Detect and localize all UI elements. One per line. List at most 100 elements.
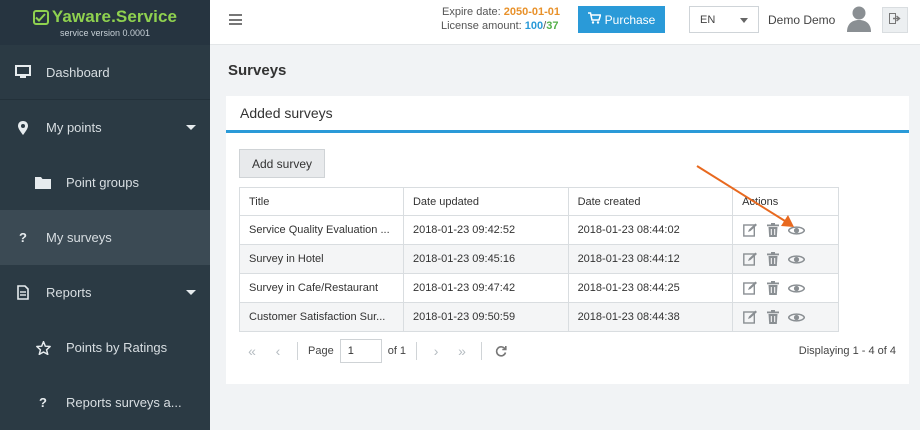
cell-date-created: 2018-01-23 08:44:12 [567,244,734,274]
sidebar-item-label: Point groups [66,175,139,190]
edit-icon[interactable] [743,223,758,237]
monitor-icon [14,63,32,81]
brand-name: Yaware.Service [51,7,178,26]
brand-version: service version 0.0001 [59,28,151,38]
sidebar-item-label: Reports surveys a... [66,395,182,410]
column-header-date-created[interactable]: Date created [567,187,734,216]
column-header-title[interactable]: Title [239,187,404,216]
cell-actions [732,302,839,332]
folder-icon [34,174,52,192]
expire-value: 2050-01-01 [503,6,561,18]
edit-icon[interactable] [743,310,758,324]
sidebar-item-label: My points [46,120,102,135]
pager-display-text: Displaying 1 - 4 of 4 [798,345,896,357]
language-select[interactable]: EN [689,6,759,33]
table-row[interactable]: Customer Satisfaction Sur... 2018-01-23 0… [239,302,839,332]
trash-icon[interactable] [767,310,780,324]
sidebar-item-reports[interactable]: Reports [0,265,210,320]
sidebar-item-label: Points by Ratings [66,340,168,355]
license-label: License amount: [441,20,522,32]
cell-date-updated: 2018-01-23 09:47:42 [402,273,569,303]
cell-date-updated: 2018-01-23 09:50:59 [402,302,569,332]
avatar-icon[interactable] [845,4,873,32]
page-title: Surveys [228,62,287,79]
cell-date-created: 2018-01-23 08:44:25 [567,273,734,303]
eye-icon[interactable] [788,225,806,236]
logout-button[interactable] [882,7,908,33]
check-logo-icon [32,9,49,25]
trash-icon[interactable] [767,223,780,237]
language-value: EN [700,13,716,26]
table-row[interactable]: Service Quality Evaluation ... 2018-01-23… [239,215,839,245]
sidebar-item-reports-surveys[interactable]: ? Reports surveys a... [0,375,210,430]
pagination-bar: « ‹ Page of 1 › » Displaying 1 - 4 of 4 [239,334,896,368]
cell-date-updated: 2018-01-23 09:45:16 [402,244,569,274]
pager-divider [297,342,298,360]
sidebar-item-label: My surveys [46,230,112,245]
file-icon [14,284,32,302]
sidebar-item-label: Reports [46,285,92,300]
sidebar-item-point-groups[interactable]: Point groups [0,155,210,210]
license-used: 100 [524,20,544,32]
cell-actions [732,215,839,245]
pager-divider [416,342,418,360]
trash-icon[interactable] [767,281,780,295]
sidebar-item-dashboard[interactable]: Dashboard [0,45,210,100]
cart-icon [587,12,602,27]
page-number-input[interactable] [339,339,382,363]
eye-icon[interactable] [788,312,806,323]
cell-title: Service Quality Evaluation ... [239,215,404,245]
cell-actions [732,273,839,303]
sidebar-item-points-by-ratings[interactable]: Points by Ratings [0,320,210,375]
edit-icon[interactable] [743,252,758,266]
purchase-button[interactable]: Purchase [578,6,665,33]
question-icon: ? [39,395,47,410]
eye-icon[interactable] [788,254,806,265]
trash-icon[interactable] [767,252,780,266]
license-info: Expire date: 2050-01-01 License amount: … [441,5,560,33]
eye-icon[interactable] [788,283,806,294]
surveys-table: Title Date updated Date created Actions … [239,187,839,332]
add-survey-button[interactable]: Add survey [239,149,325,178]
table-row[interactable]: Survey in Hotel 2018-01-23 09:45:16 2018-0… [239,244,839,274]
last-page-icon[interactable]: » [449,339,475,363]
surveys-panel: Added surveys Add survey Title Date upda… [226,96,909,384]
sidebar-item-my-surveys[interactable]: ? My surveys [0,210,210,265]
sidebar: Yaware.Service service version 0.0001 Da… [0,0,210,430]
sidebar-item-label: Dashboard [46,64,110,80]
brand[interactable]: Yaware.Service service version 0.0001 [0,0,210,45]
expire-label: Expire date: [442,6,501,18]
sidebar-item-my-points[interactable]: My points [0,100,210,155]
star-icon [34,339,52,357]
refresh-icon[interactable] [488,339,514,363]
question-icon: ? [19,230,27,245]
cell-date-updated: 2018-01-23 09:42:52 [402,215,569,245]
menu-toggle-icon[interactable] [229,14,242,25]
purchase-label: Purchase [604,12,656,27]
edit-icon[interactable] [743,281,758,295]
cell-title: Customer Satisfaction Sur... [239,302,404,332]
table-row[interactable]: Survey in Cafe/Restaurant 2018-01-23 09:4… [239,273,839,303]
sign-out-icon [889,11,901,29]
page-label: Page [308,345,334,357]
cell-date-created: 2018-01-23 08:44:02 [567,215,734,245]
cell-title: Survey in Cafe/Restaurant [239,273,404,303]
next-page-icon[interactable]: › [423,339,449,363]
chevron-down-icon [186,125,196,130]
prev-page-icon[interactable]: ‹ [265,339,291,363]
map-marker-icon [14,119,32,137]
column-header-actions: Actions [732,187,839,216]
cell-title: Survey in Hotel [239,244,404,274]
cell-date-created: 2018-01-23 08:44:38 [567,302,734,332]
page-of-label: of 1 [387,345,407,357]
cell-actions [732,244,839,274]
first-page-icon[interactable]: « [239,339,265,363]
pager-divider [481,342,483,360]
panel-title: Added surveys [226,96,909,133]
table-header-row: Title Date updated Date created Actions [239,187,839,216]
column-header-date-updated[interactable]: Date updated [402,187,569,216]
license-total: 37 [546,20,559,32]
chevron-down-icon [740,18,748,23]
user-name[interactable]: Demo Demo [768,13,835,27]
chevron-down-icon [186,290,196,295]
